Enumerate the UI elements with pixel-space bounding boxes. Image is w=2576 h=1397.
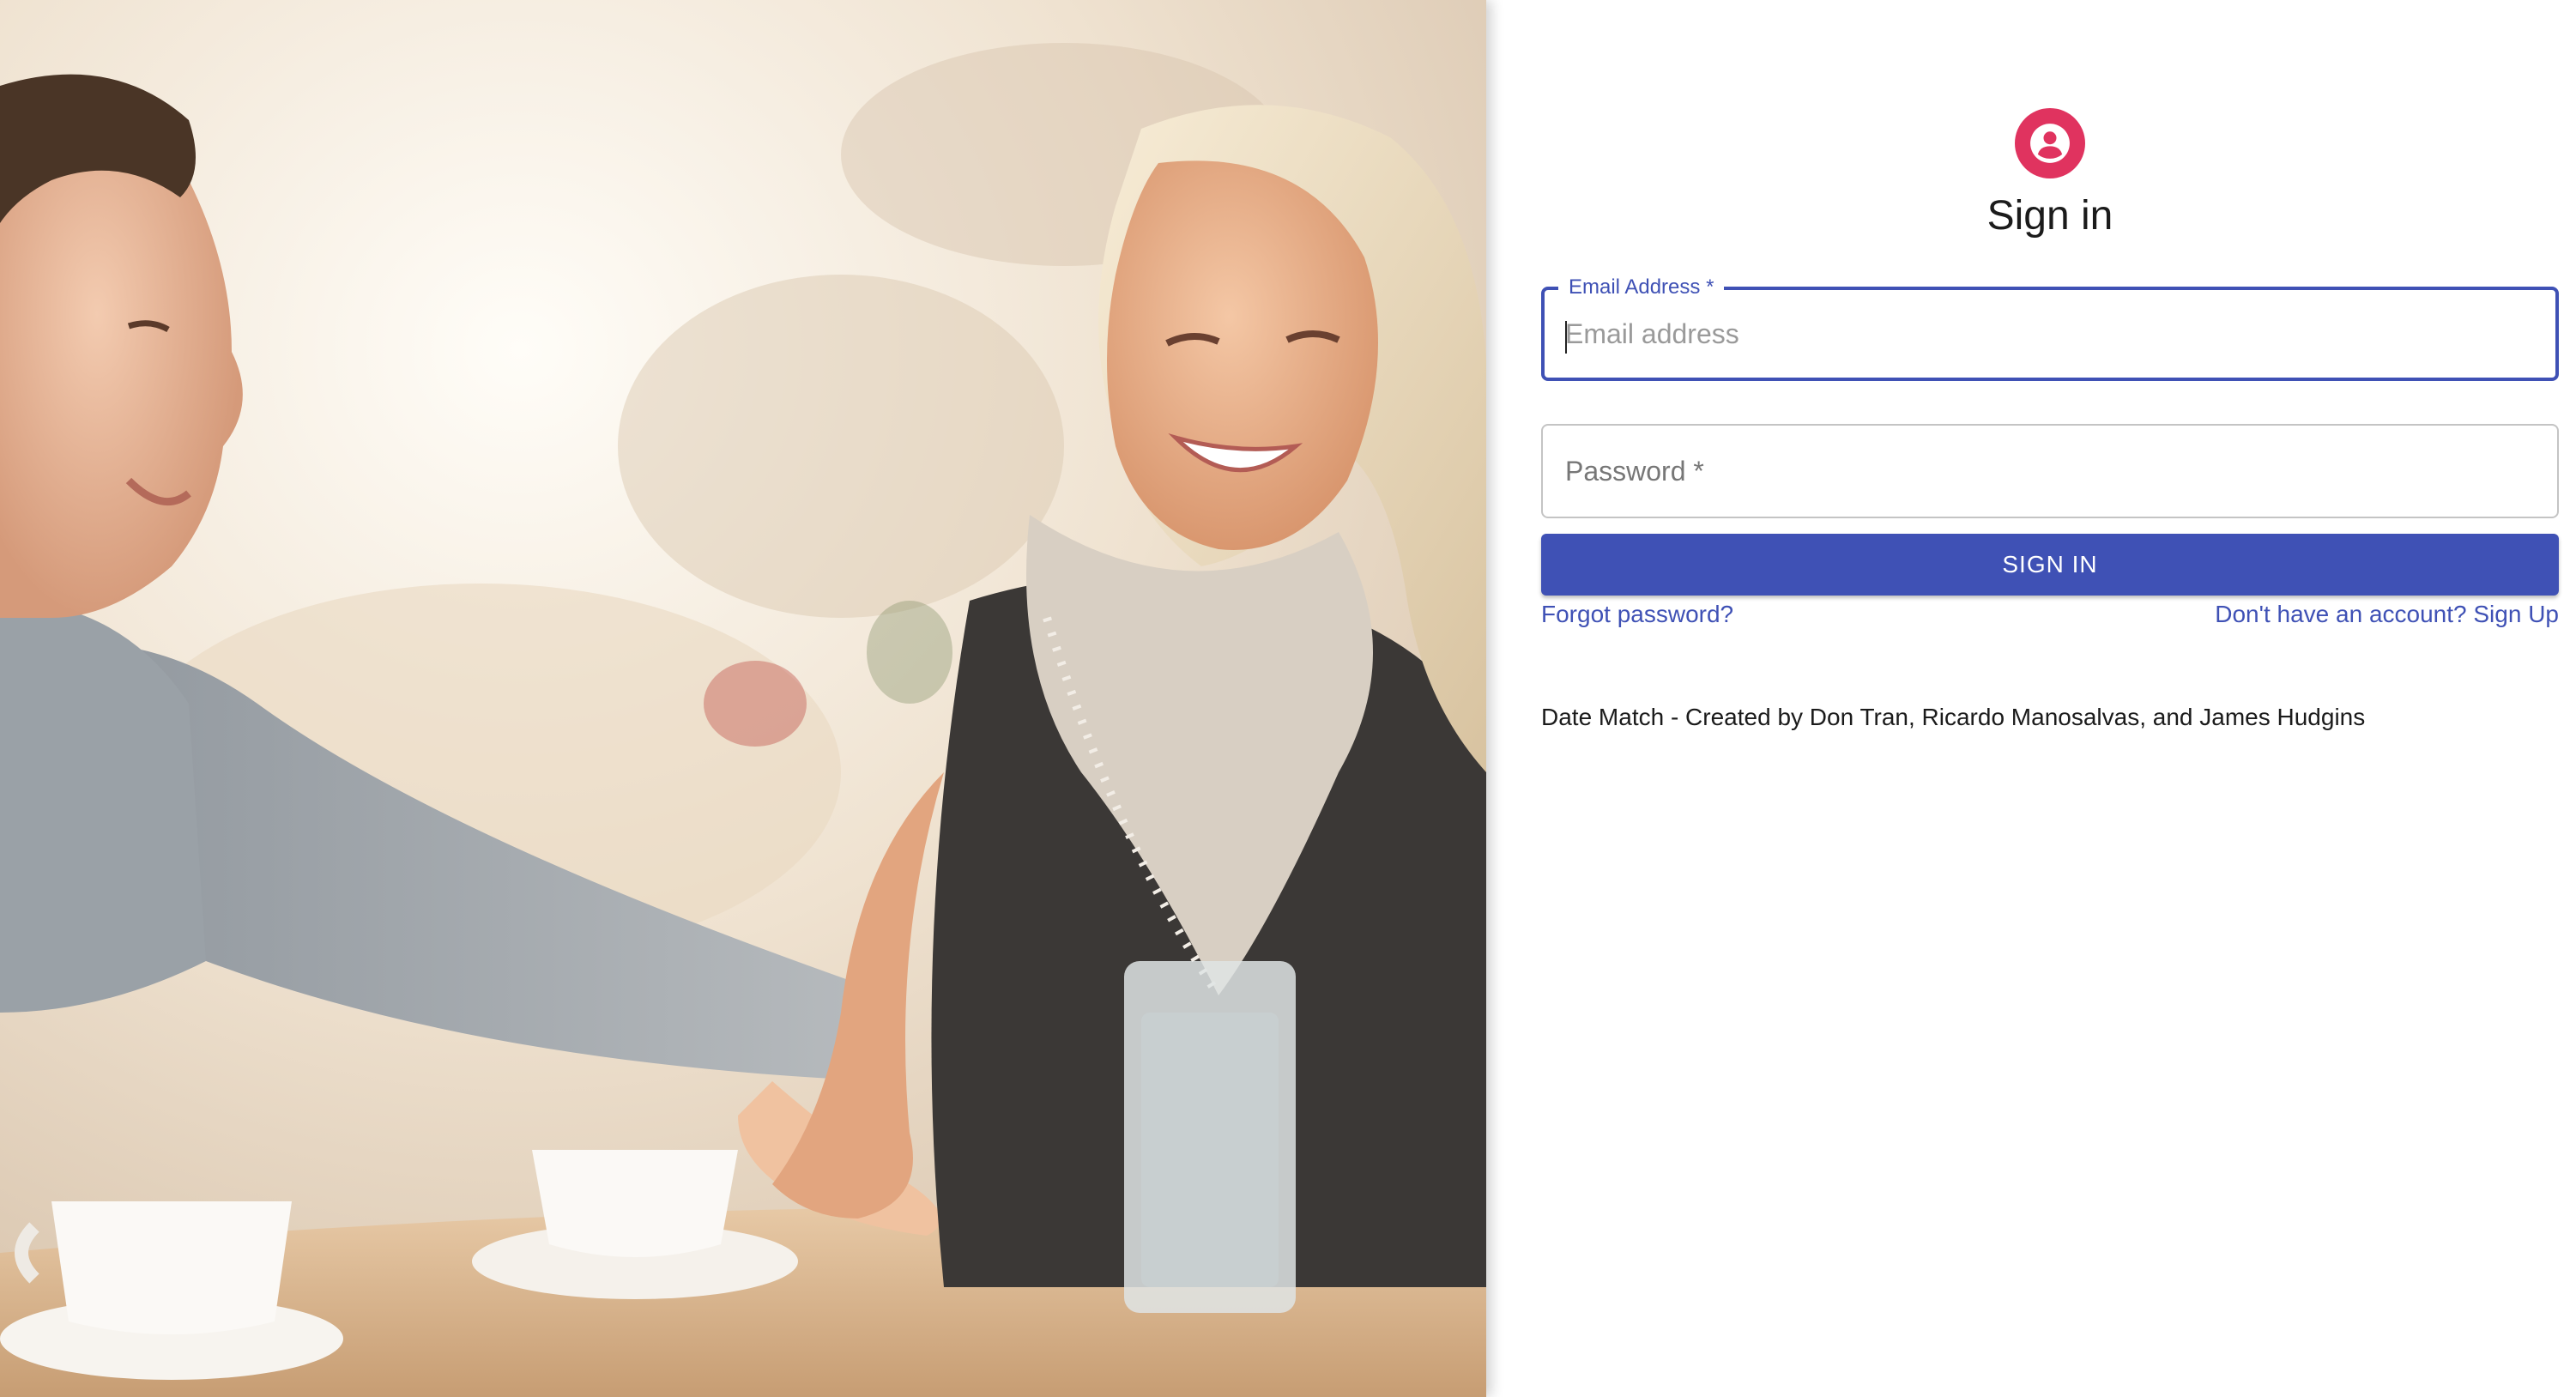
- signin-panel: Sign in Email Address * Password * SIGN …: [1486, 0, 2576, 1397]
- couple-cafe-illustration: [0, 0, 1486, 1397]
- password-input[interactable]: [1563, 426, 2537, 517]
- email-field[interactable]: Email Address *: [1541, 273, 2559, 381]
- email-input[interactable]: [1565, 290, 2535, 378]
- sign-in-button[interactable]: SIGN IN: [1541, 534, 2559, 596]
- forgot-password-link[interactable]: Forgot password?: [1541, 597, 1733, 632]
- credits-text: Date Match - Created by Don Tran, Ricard…: [1541, 704, 2366, 730]
- sign-up-link[interactable]: Don't have an account? Sign Up: [2215, 597, 2559, 632]
- hero-photo: [0, 0, 1486, 1397]
- avatar: [2015, 108, 2085, 178]
- signin-page: Sign in Email Address * Password * SIGN …: [0, 0, 2576, 1397]
- person-icon: [2030, 124, 2070, 163]
- page-title: Sign in: [1986, 193, 2113, 239]
- password-field[interactable]: Password *: [1541, 424, 2559, 518]
